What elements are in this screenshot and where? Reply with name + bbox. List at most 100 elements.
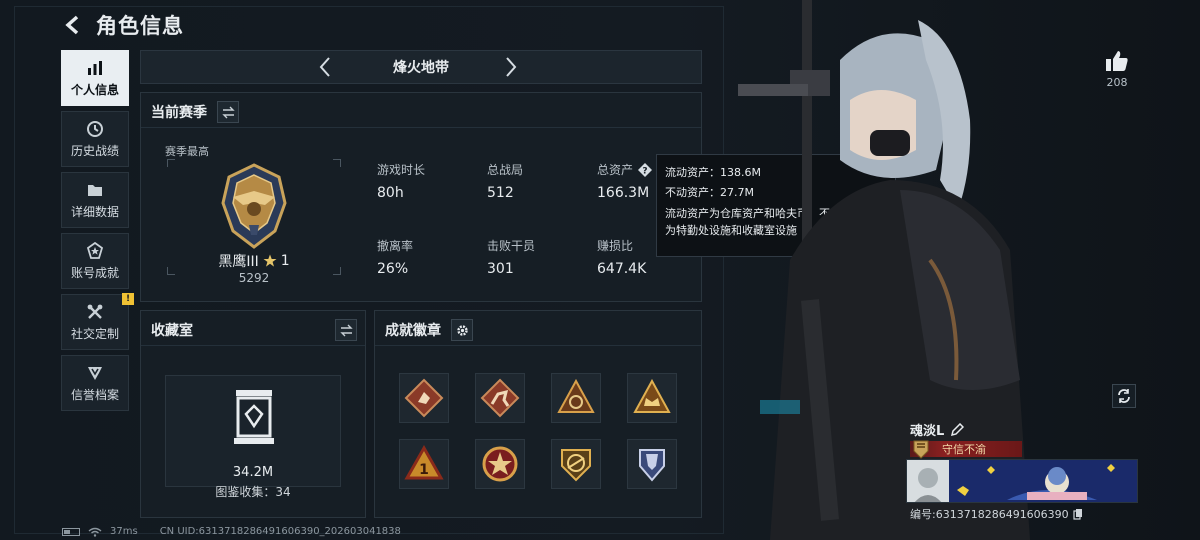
swap-icon bbox=[221, 106, 235, 118]
stat-label: 撤离率 bbox=[377, 239, 414, 253]
prev-map-arrow-icon[interactable] bbox=[313, 55, 337, 79]
stat-label: 总资产 bbox=[597, 163, 634, 177]
crest-badge-icon bbox=[561, 449, 591, 482]
rank-emblem-icon bbox=[221, 163, 287, 249]
battery-icon bbox=[62, 527, 80, 536]
sidebar-item-achievements[interactable]: 账号成就 bbox=[61, 233, 129, 289]
map-name: 烽火地带 bbox=[393, 60, 449, 76]
achievement-badge[interactable] bbox=[627, 373, 677, 423]
achievement-badge[interactable] bbox=[399, 373, 449, 423]
season-title: 当前赛季 bbox=[151, 105, 207, 121]
achievement-badge[interactable] bbox=[627, 439, 677, 489]
stat-label: 总战局 bbox=[487, 163, 524, 177]
police-shield-badge-icon bbox=[639, 449, 665, 482]
stat-value: 166.3M bbox=[597, 185, 650, 201]
status-bar: 37ms CN UID:6313718286491606390_20260304… bbox=[62, 526, 401, 537]
stat-label: 赚损比 bbox=[597, 239, 634, 253]
number-one-badge-icon: 1 bbox=[404, 444, 444, 480]
rotate-view-button[interactable] bbox=[1112, 384, 1136, 408]
tools-icon bbox=[87, 304, 103, 319]
thumbs-up-icon[interactable] bbox=[1100, 50, 1134, 72]
rank-name-row: 黑鹰III 1 bbox=[167, 251, 341, 271]
achievement-badge[interactable] bbox=[475, 439, 525, 489]
sidebar: 个人信息 历史战绩 详细数据 账号成就 社交定制 ! 信誉档案 bbox=[61, 50, 134, 416]
collection-value: 34.2M bbox=[232, 465, 274, 480]
sidebar-item-personal-info[interactable]: 个人信息 bbox=[61, 50, 129, 106]
climber-badge-icon bbox=[404, 378, 444, 418]
rank-stars: 1 bbox=[280, 253, 290, 269]
achievements-panel: 成就徽章 1 bbox=[374, 310, 702, 518]
gear-icon bbox=[456, 324, 468, 336]
season-best-label: 赛季最高 bbox=[165, 145, 209, 158]
panel-divider bbox=[141, 345, 365, 346]
shield-icon bbox=[88, 366, 102, 380]
switch-season-button[interactable] bbox=[217, 101, 239, 123]
collection-title: 收藏室 bbox=[151, 323, 193, 339]
player-banner[interactable] bbox=[906, 459, 1138, 503]
sidebar-item-reputation[interactable]: 信誉档案 bbox=[61, 355, 129, 411]
bar-chart-icon bbox=[88, 60, 102, 75]
stat-profit-loss-ratio: 赚损比 647.4K bbox=[597, 237, 646, 277]
stat-total-matches: 总战局 512 bbox=[487, 161, 523, 201]
rank-name: 黑鹰III bbox=[218, 254, 259, 270]
alert-badge: ! bbox=[122, 293, 134, 305]
help-icon[interactable]: ? bbox=[637, 162, 653, 178]
player-title: 守信不渝 bbox=[942, 443, 986, 456]
svg-text:1: 1 bbox=[419, 462, 429, 478]
stat-value: 647.4K bbox=[597, 261, 647, 277]
runner-badge-icon bbox=[480, 378, 520, 418]
achievements-title: 成就徽章 bbox=[385, 323, 441, 339]
edit-pencil-icon[interactable] bbox=[950, 422, 965, 437]
clock-icon bbox=[87, 120, 103, 137]
stat-value: 301 bbox=[487, 261, 514, 277]
stat-total-assets: 总资产 ? 166.3M bbox=[597, 161, 653, 201]
page-title: 角色信息 bbox=[96, 14, 184, 38]
ping: 37ms bbox=[110, 526, 138, 537]
like-area: 208 bbox=[1100, 50, 1134, 89]
stat-play-time: 游戏时长 80h bbox=[377, 161, 425, 201]
sidebar-item-label: 账号成就 bbox=[70, 265, 119, 280]
achievement-badge[interactable] bbox=[551, 439, 601, 489]
achievement-badge[interactable]: 1 bbox=[399, 439, 449, 489]
stat-value: 512 bbox=[487, 185, 514, 201]
stat-operators-defeated: 击败干员 301 bbox=[487, 237, 535, 277]
achievement-badge[interactable] bbox=[475, 373, 525, 423]
achievement-settings-button[interactable] bbox=[451, 319, 473, 341]
like-count: 208 bbox=[1106, 76, 1128, 89]
stat-extraction-rate: 撤离率 26% bbox=[377, 237, 413, 277]
collection-count: 图鉴收集：34 bbox=[215, 485, 291, 499]
banner-image bbox=[907, 460, 1137, 502]
rank-score: 5292 bbox=[238, 271, 270, 285]
player-title-tag[interactable]: 守信不渝 bbox=[910, 440, 1022, 459]
stat-label: 游戏时长 bbox=[377, 163, 426, 177]
season-panel: 当前赛季 赛季最高 黑鹰III 1 5292 游戏时长 80h 总战局 512 bbox=[140, 92, 702, 302]
switch-collection-button[interactable] bbox=[335, 319, 357, 341]
folder-icon bbox=[88, 184, 102, 196]
player-id-row: 编号:6313718286491606390 bbox=[910, 506, 1083, 522]
sidebar-item-label: 社交定制 bbox=[70, 326, 119, 341]
next-map-arrow-icon[interactable] bbox=[499, 55, 523, 79]
achievement-badge[interactable] bbox=[551, 373, 601, 423]
rank-display: 黑鹰III 1 5292 bbox=[167, 159, 341, 285]
stat-value: 26% bbox=[377, 261, 409, 277]
sidebar-item-social[interactable]: 社交定制 ! bbox=[61, 293, 134, 350]
sidebar-item-history[interactable]: 历史战绩 bbox=[61, 111, 129, 167]
display-case-icon bbox=[234, 390, 274, 444]
uid-line: CN UID:6313718286491606390_202603041838 bbox=[159, 526, 401, 537]
sidebar-item-label: 个人信息 bbox=[70, 82, 119, 97]
star-circle-badge-icon bbox=[482, 446, 518, 482]
panel-divider bbox=[375, 345, 701, 346]
svg-text:?: ? bbox=[642, 166, 647, 176]
title-medal-icon bbox=[913, 440, 929, 459]
stat-value: 80h bbox=[377, 185, 404, 201]
copy-icon[interactable] bbox=[1073, 508, 1083, 520]
page-header: 角色信息 bbox=[62, 10, 184, 40]
stat-label-row: 总资产 ? bbox=[597, 161, 653, 178]
star-icon bbox=[263, 254, 277, 267]
star-medal-icon bbox=[86, 241, 104, 259]
panel-divider bbox=[141, 127, 701, 128]
sidebar-item-details[interactable]: 详细数据 bbox=[61, 172, 129, 228]
sidebar-item-label: 历史战绩 bbox=[70, 143, 119, 158]
refresh-icon bbox=[1118, 389, 1130, 403]
back-icon[interactable] bbox=[62, 14, 84, 36]
